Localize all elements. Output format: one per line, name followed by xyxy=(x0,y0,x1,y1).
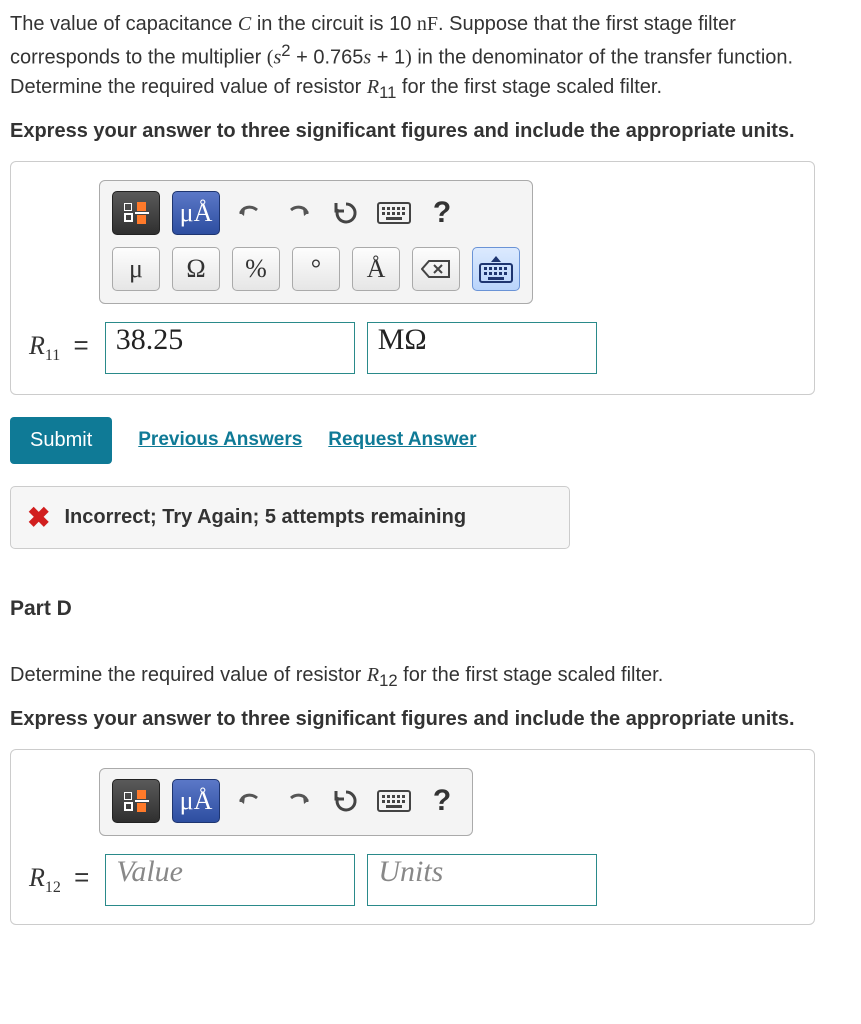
incorrect-icon: ✖ xyxy=(27,501,50,534)
feedback-box: ✖ Incorrect; Try Again; 5 attempts remai… xyxy=(10,486,570,549)
units-button[interactable]: μÅ xyxy=(172,779,220,823)
partc-value-input[interactable]: 38.25 xyxy=(105,322,355,374)
keyboard-toggle-button[interactable] xyxy=(472,247,520,291)
templates-button[interactable] xyxy=(112,191,160,235)
previous-answers-link[interactable]: Previous Answers xyxy=(138,429,302,451)
equation-toolbar: μÅ ? μ Ω % ° Å xyxy=(99,180,533,304)
undo-button[interactable] xyxy=(232,191,268,235)
redo-button[interactable] xyxy=(280,779,316,823)
redo-button[interactable] xyxy=(280,191,316,235)
degree-button[interactable]: ° xyxy=(292,247,340,291)
angstrom-button[interactable]: Å xyxy=(352,247,400,291)
mu-button[interactable]: μ xyxy=(112,247,160,291)
help-button[interactable]: ? xyxy=(424,779,460,823)
partd-answer-label: R12 = xyxy=(29,862,93,897)
omega-button[interactable]: Ω xyxy=(172,247,220,291)
submit-button[interactable]: Submit xyxy=(10,417,112,464)
partc-actions: Submit Previous Answers Request Answer xyxy=(10,417,851,464)
partd-value-input[interactable]: Value xyxy=(105,854,355,906)
backspace-button[interactable] xyxy=(412,247,460,291)
help-button[interactable]: ? xyxy=(424,191,460,235)
units-button[interactable]: μÅ xyxy=(172,191,220,235)
keyboard-button[interactable] xyxy=(376,779,412,823)
reset-button[interactable] xyxy=(328,779,364,823)
feedback-text: Incorrect; Try Again; 5 attempts remaini… xyxy=(64,506,466,529)
keyboard-button[interactable] xyxy=(376,191,412,235)
equation-toolbar-d: μÅ ? xyxy=(99,768,473,836)
partd-instruction: Express your answer to three significant… xyxy=(10,705,851,733)
partc-answer-box: μÅ ? μ Ω % ° Å xyxy=(10,161,815,395)
partd-label: Part D xyxy=(10,597,851,621)
reset-button[interactable] xyxy=(328,191,364,235)
partd-unit-input[interactable]: Units xyxy=(367,854,597,906)
undo-button[interactable] xyxy=(232,779,268,823)
partc-problem-text: The value of capacitance C in the circui… xyxy=(10,10,851,105)
templates-button[interactable] xyxy=(112,779,160,823)
request-answer-link[interactable]: Request Answer xyxy=(328,429,476,451)
partc-answer-label: R11 = xyxy=(29,330,93,365)
partc-instruction: Express your answer to three significant… xyxy=(10,117,851,145)
percent-button[interactable]: % xyxy=(232,247,280,291)
partc-unit-input[interactable]: MΩ xyxy=(367,322,597,374)
partd-answer-box: μÅ ? R12 = Value Units xyxy=(10,749,815,925)
partd-problem-text: Determine the required value of resistor… xyxy=(10,661,851,693)
